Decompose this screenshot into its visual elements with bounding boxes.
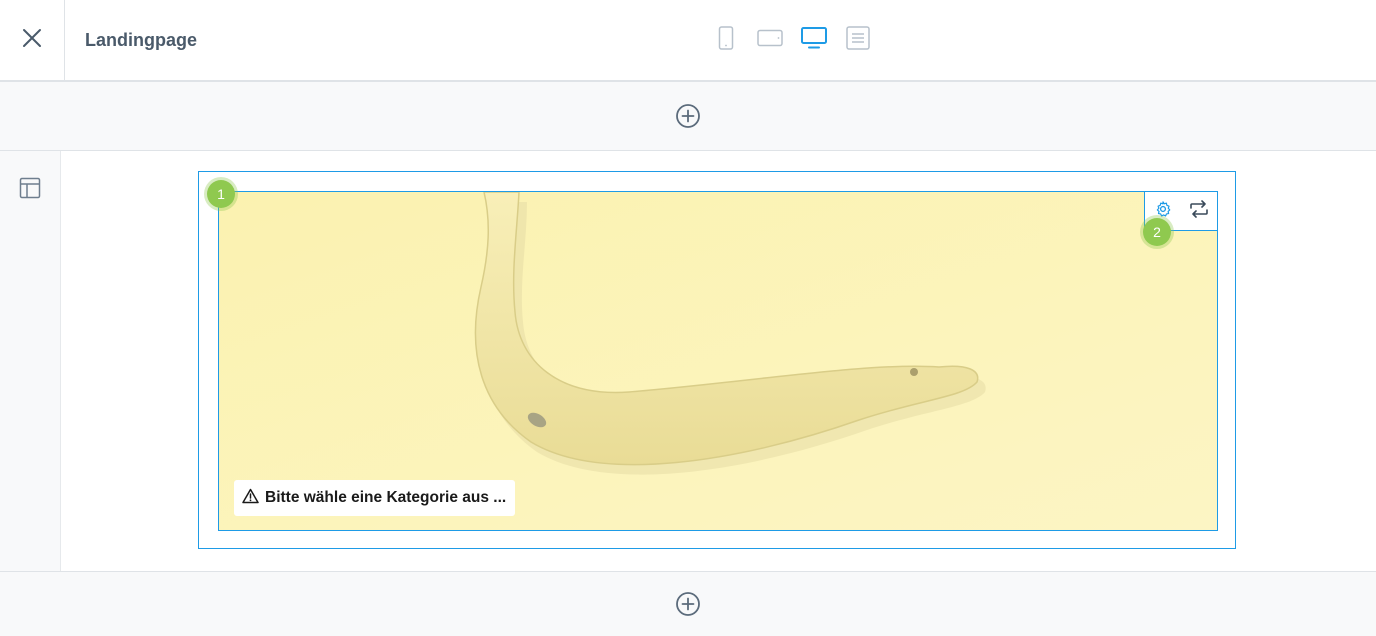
smartphone-icon xyxy=(718,25,734,55)
sidebar xyxy=(0,151,61,571)
layout-icon xyxy=(19,177,41,203)
block-swap-button[interactable] xyxy=(1188,199,1210,223)
warning-triangle-icon xyxy=(242,488,259,509)
viewport-desktop-button[interactable] xyxy=(800,26,827,54)
viewport-switcher xyxy=(712,25,871,55)
page-title: Landingpage xyxy=(85,30,197,50)
add-section-bottom-zone xyxy=(0,571,1376,636)
plus-circle-icon xyxy=(675,103,701,129)
image-block[interactable]: Bitte wähle eine Kategorie aus ... xyxy=(218,191,1218,531)
viewport-mobile-button[interactable] xyxy=(712,25,739,55)
document-list-icon xyxy=(845,25,870,55)
step-badge-1: 1 xyxy=(207,180,235,208)
add-section-top-button[interactable] xyxy=(675,103,701,129)
top-bar: Landingpage xyxy=(0,0,1376,82)
swap-icon xyxy=(1189,199,1209,223)
layout-button[interactable] xyxy=(19,177,41,199)
plus-circle-icon xyxy=(675,591,701,617)
close-icon xyxy=(21,27,43,54)
step-badge-2: 2 xyxy=(1143,218,1171,246)
viewport-list-button[interactable] xyxy=(844,25,871,55)
close-button[interactable] xyxy=(0,0,65,80)
add-section-top-zone xyxy=(0,82,1376,151)
category-warning: Bitte wähle eine Kategorie aus ... xyxy=(234,480,516,516)
add-section-bottom-button[interactable] xyxy=(675,591,701,617)
warning-text: Bitte wähle eine Kategorie aus ... xyxy=(265,489,507,506)
desktop-icon xyxy=(800,26,827,54)
tablet-icon xyxy=(756,29,783,52)
viewport-tablet-button[interactable] xyxy=(756,26,783,54)
